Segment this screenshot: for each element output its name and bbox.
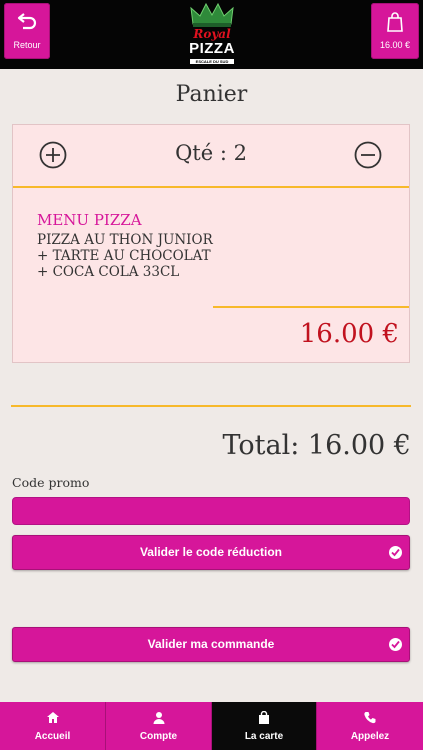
shopping-bag-icon bbox=[387, 12, 403, 32]
tab-accueil[interactable]: Accueil bbox=[0, 702, 106, 750]
phone-icon bbox=[364, 712, 376, 724]
bottom-tab-bar: Accueil Compte La carte Appelez bbox=[0, 702, 423, 750]
minus-icon[interactable] bbox=[354, 141, 382, 169]
quantity-label: Qté : 2 bbox=[175, 141, 247, 165]
tab-label: Compte bbox=[139, 731, 178, 742]
validate-promo-button[interactable]: Valider le code réduction bbox=[12, 535, 410, 570]
tab-label: Accueil bbox=[34, 731, 71, 742]
tab-compte[interactable]: Compte bbox=[106, 702, 212, 750]
cart-total: Total: 16.00 € bbox=[222, 430, 412, 461]
page-title: Panier bbox=[175, 82, 248, 107]
cart-item-card: Qté : 2 MENU PIZZA PIZZA AU THON JUNIOR … bbox=[12, 124, 410, 363]
cart-total-label: 16.00 € bbox=[379, 40, 411, 50]
item-price: 16.00 € bbox=[299, 319, 399, 349]
validate-order-label: Valider ma commande bbox=[147, 637, 275, 651]
top-bar: Retour Royal PIZZA ESCALE DU SUD 16.00 € bbox=[0, 0, 423, 69]
tab-label: Appelez bbox=[350, 731, 390, 742]
menu-name: MENU PIZZA bbox=[37, 211, 142, 229]
divider bbox=[13, 186, 409, 188]
check-icon bbox=[389, 638, 402, 651]
promo-code-input[interactable] bbox=[12, 497, 410, 525]
menu-line: + COCA COLA 33CL bbox=[37, 264, 180, 280]
tab-label: La carte bbox=[244, 731, 284, 742]
promo-code-label: Code promo bbox=[12, 475, 90, 490]
tab-appelez[interactable]: Appelez bbox=[317, 702, 423, 750]
menu-line: PIZZA AU THON JUNIOR bbox=[37, 232, 213, 248]
divider bbox=[213, 306, 409, 308]
menu-line: + TARTE AU CHOCOLAT bbox=[37, 248, 211, 264]
crown-icon bbox=[190, 2, 234, 27]
logo-royal-text: Royal bbox=[193, 27, 231, 41]
tab-la-carte[interactable]: La carte bbox=[212, 702, 317, 750]
bag-icon bbox=[259, 711, 269, 724]
home-icon bbox=[46, 712, 59, 723]
back-arrow-icon bbox=[17, 13, 37, 30]
cart-button[interactable]: 16.00 € bbox=[371, 3, 419, 59]
royal-pizza-logo: Royal PIZZA ESCALE DU SUD bbox=[182, 2, 242, 66]
logo-pizza-text: PIZZA bbox=[189, 40, 235, 57]
back-button[interactable]: Retour bbox=[4, 3, 50, 59]
validate-order-button[interactable]: Valider ma commande bbox=[12, 627, 410, 662]
divider bbox=[11, 405, 411, 407]
user-icon bbox=[153, 712, 164, 724]
validate-promo-label: Valider le code réduction bbox=[139, 545, 283, 559]
logo-tagline: ESCALE DU SUD bbox=[190, 59, 234, 64]
back-label: Retour bbox=[13, 40, 41, 50]
check-icon bbox=[389, 546, 402, 559]
